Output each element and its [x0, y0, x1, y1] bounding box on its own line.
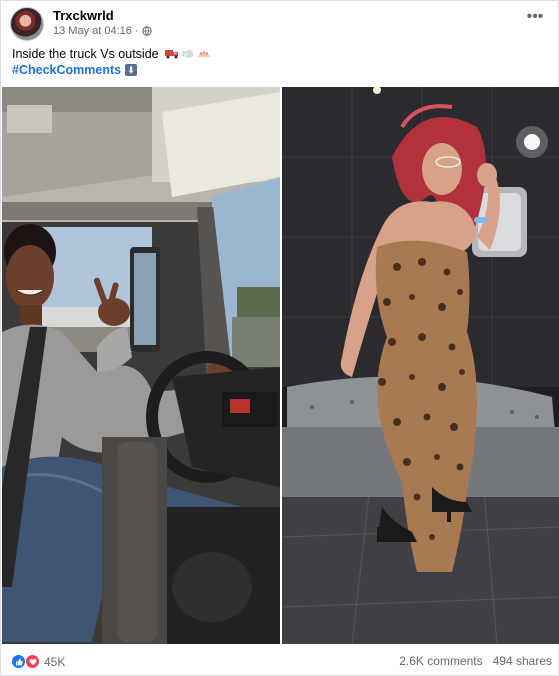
post-header: Trxckwrld 13 May at 04:16 · ••• — [10, 7, 550, 41]
globe-icon — [141, 26, 152, 36]
photo-outside[interactable] — [282, 87, 559, 644]
photo-inside-truck[interactable] — [2, 87, 280, 644]
post-meta: 13 May at 04:16 · — [53, 25, 152, 37]
reaction-count: 45K — [44, 654, 66, 669]
photo-grid — [2, 87, 559, 644]
post-footer: 45K 2.6K comments 494 shares — [1, 647, 559, 676]
nail-emoji — [197, 51, 210, 57]
post-timestamp[interactable]: 13 May at 04:16 — [53, 25, 132, 37]
author-avatar[interactable] — [10, 7, 44, 41]
author-name[interactable]: Trxckwrld — [53, 8, 114, 23]
down-arrow-icon: ⬇ — [125, 64, 138, 76]
shares-count[interactable]: 494 shares — [493, 654, 552, 668]
hashtag-link[interactable]: #CheckComments ⬇ — [12, 62, 138, 78]
truck-emoji — [164, 50, 178, 59]
meta-separator: · — [134, 25, 139, 37]
caption-text: Inside the truck Vs outside — [12, 47, 159, 61]
engagement-counts: 2.6K comments 494 shares — [399, 654, 552, 668]
comments-count[interactable]: 2.6K comments — [399, 654, 482, 668]
facebook-post: Trxckwrld 13 May at 04:16 · ••• Inside t… — [0, 0, 559, 676]
post-caption: Inside the truck Vs outside #CheckCommen… — [12, 46, 542, 78]
more-options-icon[interactable]: ••• — [524, 9, 546, 27]
caption-emojis — [164, 49, 211, 59]
love-icon — [25, 654, 40, 669]
hashtag-text[interactable]: #CheckComments — [12, 62, 121, 78]
like-icon — [11, 654, 26, 669]
dash-emoji — [180, 50, 193, 58]
reactions-summary[interactable]: 45K — [11, 654, 65, 669]
